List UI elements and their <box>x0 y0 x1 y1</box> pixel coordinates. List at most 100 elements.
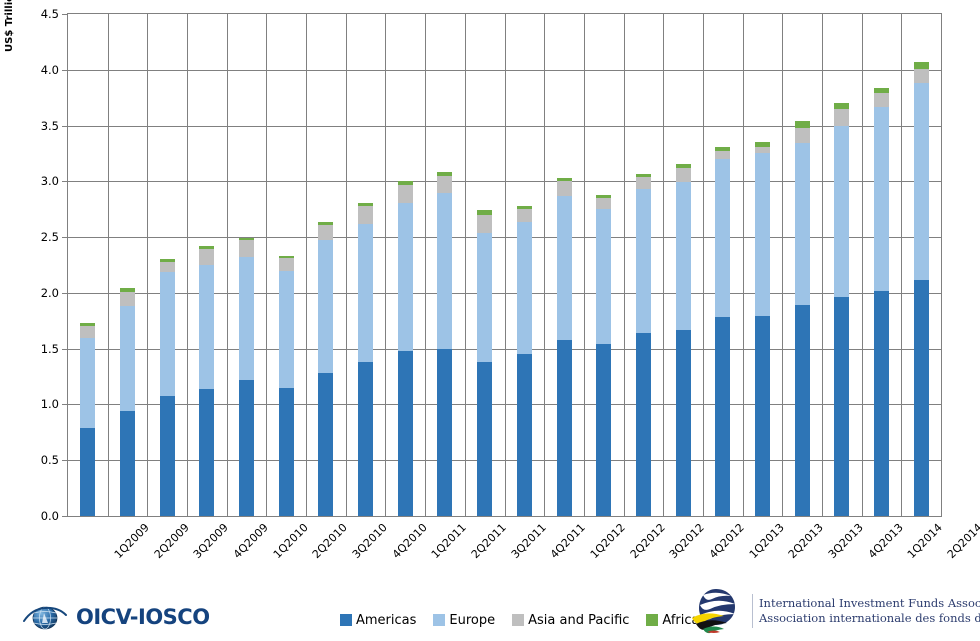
bar-segment-asia-and-pacific[interactable] <box>120 291 136 307</box>
bar-segment-asia-and-pacific[interactable] <box>913 68 929 84</box>
legend-item[interactable]: Americas <box>340 613 416 628</box>
bar-segment-africa[interactable] <box>477 210 493 215</box>
bar-segment-asia-and-pacific[interactable] <box>834 108 850 126</box>
bar-segment-americas[interactable] <box>80 427 96 516</box>
bar-group[interactable] <box>278 14 294 516</box>
bar-segment-americas[interactable] <box>834 297 850 516</box>
bar-segment-asia-and-pacific[interactable] <box>754 146 770 154</box>
bar-segment-asia-and-pacific[interactable] <box>80 326 96 338</box>
bar-segment-asia-and-pacific[interactable] <box>477 214 493 233</box>
bar-segment-americas[interactable] <box>120 411 136 516</box>
bar-segment-asia-and-pacific[interactable] <box>516 209 532 222</box>
bar-segment-africa[interactable] <box>318 221 334 225</box>
bar-segment-americas[interactable] <box>516 354 532 516</box>
bar-segment-americas[interactable] <box>794 305 810 516</box>
bar-group[interactable] <box>437 14 453 516</box>
bar-segment-africa[interactable] <box>754 142 770 147</box>
bar-segment-europe[interactable] <box>159 271 175 396</box>
legend-item[interactable]: Europe <box>433 613 495 628</box>
bar-segment-asia-and-pacific[interactable] <box>635 176 651 190</box>
bar-segment-europe[interactable] <box>834 125 850 298</box>
bar-segment-americas[interactable] <box>397 350 413 516</box>
bar-segment-americas[interactable] <box>635 333 651 516</box>
bar-segment-americas[interactable] <box>873 290 889 516</box>
bar-segment-europe[interactable] <box>80 337 96 428</box>
bar-segment-americas[interactable] <box>159 395 175 516</box>
bar-segment-asia-and-pacific[interactable] <box>318 224 334 241</box>
bar-segment-africa[interactable] <box>675 163 691 168</box>
bar-segment-europe[interactable] <box>635 189 651 334</box>
bar-segment-americas[interactable] <box>556 339 572 516</box>
bar-group[interactable] <box>675 14 691 516</box>
bar-group[interactable] <box>199 14 215 516</box>
bar-segment-asia-and-pacific[interactable] <box>873 93 889 107</box>
bar-group[interactable] <box>556 14 572 516</box>
bar-group[interactable] <box>754 14 770 516</box>
bar-segment-europe[interactable] <box>675 182 691 330</box>
bar-segment-europe[interactable] <box>794 143 810 306</box>
bar-segment-africa[interactable] <box>120 288 136 292</box>
bar-segment-americas[interactable] <box>199 388 215 516</box>
bar-group[interactable] <box>477 14 493 516</box>
bar-group[interactable] <box>358 14 374 516</box>
bar-segment-africa[interactable] <box>358 202 374 206</box>
bar-segment-asia-and-pacific[interactable] <box>239 240 255 258</box>
legend-item[interactable]: Asia and Pacific <box>512 613 629 628</box>
bar-group[interactable] <box>239 14 255 516</box>
bar-segment-asia-and-pacific[interactable] <box>596 198 612 210</box>
bar-segment-americas[interactable] <box>913 279 929 516</box>
bar-segment-americas[interactable] <box>239 379 255 516</box>
bar-group[interactable] <box>80 14 96 516</box>
bar-segment-asia-and-pacific[interactable] <box>675 167 691 183</box>
bar-segment-europe[interactable] <box>437 192 453 349</box>
bar-segment-europe[interactable] <box>199 265 215 389</box>
bar-segment-americas[interactable] <box>596 344 612 516</box>
bar-segment-americas[interactable] <box>477 362 493 516</box>
bar-segment-asia-and-pacific[interactable] <box>159 261 175 272</box>
bar-segment-europe[interactable] <box>239 257 255 380</box>
bar-segment-asia-and-pacific[interactable] <box>437 175 453 193</box>
bar-group[interactable] <box>715 14 731 516</box>
bar-segment-europe[interactable] <box>715 159 731 318</box>
bar-segment-africa[interactable] <box>199 246 215 250</box>
bar-group[interactable] <box>397 14 413 516</box>
bar-segment-europe[interactable] <box>120 306 136 412</box>
bar-segment-europe[interactable] <box>556 195 572 340</box>
bar-segment-asia-and-pacific[interactable] <box>199 249 215 265</box>
bar-segment-europe[interactable] <box>913 83 929 280</box>
bar-segment-americas[interactable] <box>358 362 374 516</box>
bar-segment-africa[interactable] <box>596 194 612 199</box>
bar-segment-europe[interactable] <box>754 153 770 317</box>
bar-segment-europe[interactable] <box>516 221 532 355</box>
bar-segment-africa[interactable] <box>715 146 731 152</box>
bar-segment-americas[interactable] <box>437 348 453 516</box>
bar-segment-europe[interactable] <box>397 202 413 351</box>
bar-segment-europe[interactable] <box>278 270 294 388</box>
bar-segment-americas[interactable] <box>318 373 334 516</box>
bar-segment-europe[interactable] <box>477 232 493 363</box>
bar-group[interactable] <box>873 14 889 516</box>
bar-segment-americas[interactable] <box>675 329 691 516</box>
bar-segment-africa[interactable] <box>80 323 96 327</box>
bar-group[interactable] <box>596 14 612 516</box>
bar-segment-asia-and-pacific[interactable] <box>794 127 810 144</box>
bar-segment-africa[interactable] <box>437 172 453 176</box>
bar-group[interactable] <box>635 14 651 516</box>
bar-group[interactable] <box>834 14 850 516</box>
bar-segment-africa[interactable] <box>794 121 810 128</box>
bar-group[interactable] <box>794 14 810 516</box>
bar-segment-africa[interactable] <box>159 259 175 262</box>
bar-segment-europe[interactable] <box>596 209 612 345</box>
bar-segment-africa[interactable] <box>834 103 850 109</box>
bar-segment-americas[interactable] <box>715 317 731 516</box>
bar-segment-asia-and-pacific[interactable] <box>358 205 374 224</box>
bar-segment-africa[interactable] <box>397 181 413 185</box>
bar-group[interactable] <box>318 14 334 516</box>
bar-segment-asia-and-pacific[interactable] <box>715 151 731 160</box>
bar-segment-africa[interactable] <box>913 61 929 69</box>
bar-segment-africa[interactable] <box>635 173 651 177</box>
bar-group[interactable] <box>913 14 929 516</box>
bar-segment-africa[interactable] <box>278 256 294 259</box>
bar-segment-africa[interactable] <box>873 87 889 94</box>
bar-segment-asia-and-pacific[interactable] <box>556 181 572 196</box>
